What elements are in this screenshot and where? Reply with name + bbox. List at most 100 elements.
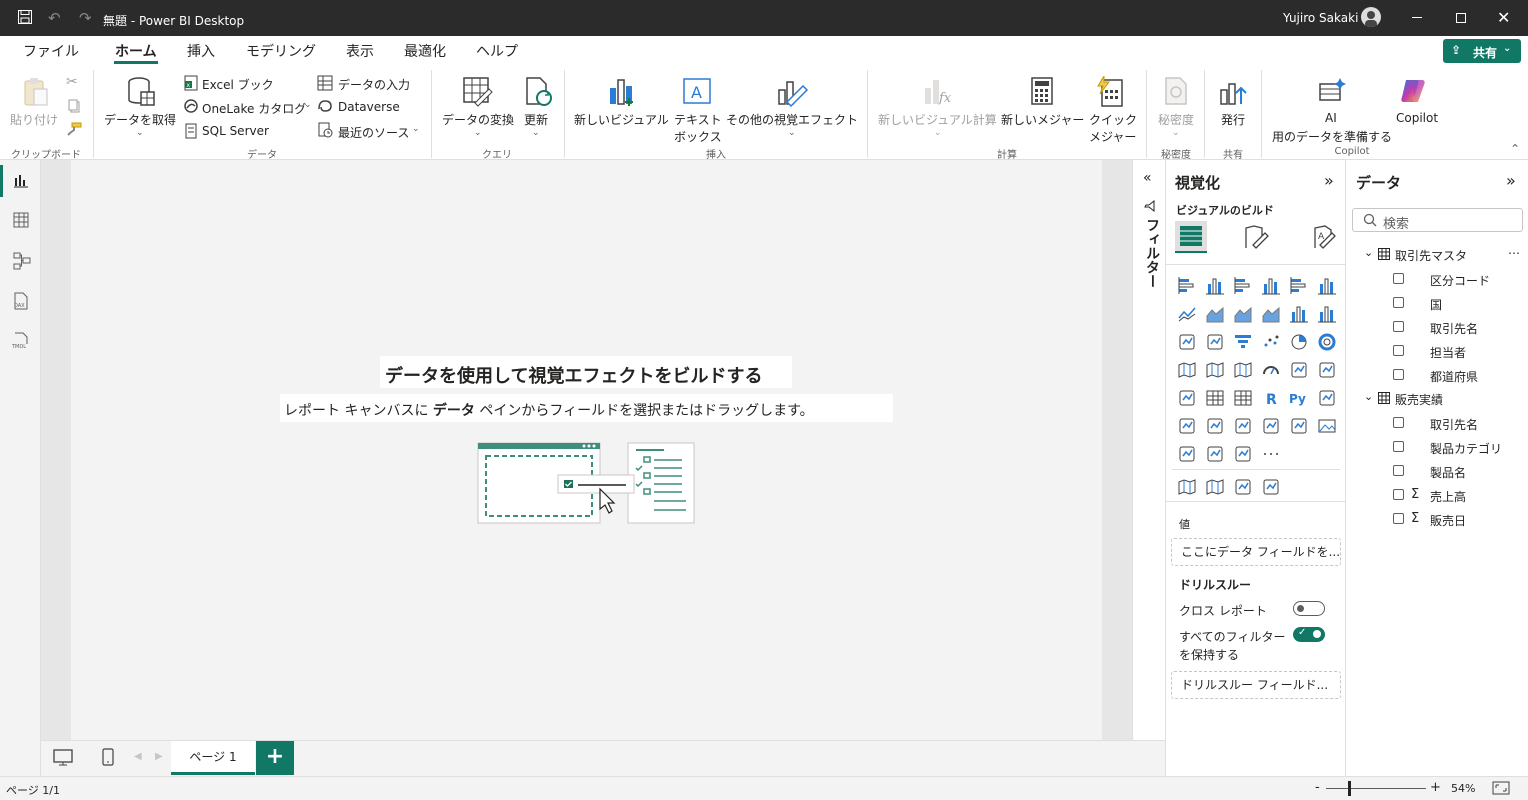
field-row[interactable]: 製品カテゴリ <box>1346 438 1528 458</box>
tmdl-view-icon[interactable]: TMDL <box>11 332 31 350</box>
cross-report-toggle[interactable] <box>1293 601 1325 616</box>
report-view-icon[interactable] <box>13 172 29 188</box>
tab-modeling[interactable]: モデリング <box>246 41 316 61</box>
scatter-chart-icon[interactable] <box>1261 332 1281 352</box>
tab-view[interactable]: 表示 <box>346 41 374 61</box>
decomposition-tree-icon[interactable] <box>1177 416 1197 436</box>
text-box-button[interactable]: テキスト <box>674 111 722 128</box>
goals-icon[interactable] <box>1233 477 1253 497</box>
avatar[interactable] <box>1361 7 1381 27</box>
kpi-icon[interactable] <box>1317 360 1337 380</box>
dax-query-view-icon[interactable]: DAX <box>12 292 30 310</box>
field-row[interactable]: 都道府県 <box>1346 366 1528 386</box>
field-row[interactable]: 区分コード <box>1346 270 1528 290</box>
refresh-button[interactable]: 更新 <box>524 111 548 128</box>
model-view-icon[interactable] <box>13 252 31 270</box>
add-page-button[interactable]: + <box>256 741 294 775</box>
more-options-icon[interactable]: ⋯ <box>1508 246 1520 260</box>
line-and-stacked-column-icon[interactable] <box>1289 304 1309 324</box>
chevron-down-icon[interactable]: ⌄ <box>1364 246 1373 259</box>
sql-server-button[interactable]: SQL Server <box>202 124 269 138</box>
area-chart-icon[interactable] <box>1205 304 1225 324</box>
search-input[interactable]: 検索 <box>1383 213 1409 232</box>
100-stacked-bar-chart-icon[interactable] <box>1289 276 1309 296</box>
drillthrough-drop-zone[interactable]: ドリルスルー フィールド... <box>1171 671 1341 699</box>
filters-pane-collapsed[interactable]: « フィルター <box>1132 160 1165 740</box>
enter-data-button[interactable]: データの入力 <box>338 76 410 93</box>
clustered-bar-chart-icon[interactable] <box>1233 276 1253 296</box>
values-drop-zone[interactable]: ここにデータ フィールドを... <box>1171 538 1341 566</box>
python-visual-icon[interactable]: Py <box>1289 388 1309 408</box>
treemap-icon[interactable] <box>1177 360 1197 380</box>
field-checkbox[interactable] <box>1393 513 1404 524</box>
maximize-icon[interactable] <box>1456 13 1466 23</box>
field-row[interactable]: 担当者 <box>1346 342 1528 362</box>
keep-filters-toggle[interactable]: ✓ <box>1293 627 1325 642</box>
card-icon[interactable] <box>1289 360 1309 380</box>
tab-file[interactable]: ファイル <box>23 41 79 61</box>
sensitivity-button[interactable]: 秘密度 <box>1158 111 1194 128</box>
more-visuals-button[interactable]: その他の視覚エフェクト <box>726 111 858 128</box>
next-page-icon[interactable]: ▶ <box>155 751 163 762</box>
zoom-slider-thumb[interactable] <box>1348 781 1351 796</box>
field-checkbox[interactable] <box>1393 321 1404 332</box>
transform-data-button[interactable]: データの変換 <box>442 111 514 128</box>
redo-icon[interactable]: ↷ <box>79 9 92 27</box>
matrix-icon[interactable] <box>1233 388 1253 408</box>
user-name[interactable]: Yujiro Sakaki <box>1283 11 1358 25</box>
mobile-layout-icon[interactable] <box>102 748 114 766</box>
paginated-report-icon[interactable] <box>1233 416 1253 436</box>
image-icon[interactable] <box>1317 416 1337 436</box>
pie-chart-icon[interactable] <box>1289 332 1309 352</box>
stacked-column-chart-icon[interactable] <box>1205 276 1225 296</box>
power-apps-icon[interactable] <box>1177 444 1197 464</box>
search-box[interactable]: 検索 <box>1352 208 1523 232</box>
chevron-down-icon[interactable]: ⌄ <box>1364 390 1373 403</box>
paste-button[interactable]: 貼り付け <box>10 111 58 128</box>
clustered-column-chart-icon[interactable] <box>1261 276 1281 296</box>
prev-page-icon[interactable]: ◀ <box>134 751 142 762</box>
donut-chart-icon[interactable] <box>1317 332 1337 352</box>
power-automate-icon[interactable] <box>1205 444 1225 464</box>
field-checkbox[interactable] <box>1393 465 1404 476</box>
ai-data-prep-button[interactable]: AI <box>1325 111 1337 125</box>
collapse-data-icon[interactable]: » <box>1506 171 1516 190</box>
shape-map-icon[interactable] <box>1205 477 1225 497</box>
tab-help[interactable]: ヘルプ <box>476 41 518 61</box>
100-stacked-column-chart-icon[interactable] <box>1317 276 1337 296</box>
field-checkbox[interactable] <box>1393 441 1404 452</box>
table-icon[interactable] <box>1205 388 1225 408</box>
qa-icon[interactable] <box>1205 416 1225 436</box>
field-checkbox[interactable] <box>1393 297 1404 308</box>
format-painter-icon[interactable] <box>66 121 82 137</box>
slicer-icon[interactable] <box>1177 388 1197 408</box>
format-visual-tab[interactable] <box>1244 224 1270 250</box>
field-checkbox[interactable] <box>1393 489 1404 500</box>
map-icon[interactable] <box>1205 360 1225 380</box>
azure-map-icon[interactable] <box>1233 360 1253 380</box>
button-slicer-icon[interactable] <box>1233 444 1253 464</box>
field-checkbox[interactable] <box>1393 369 1404 380</box>
new-visual-button[interactable]: 新しいビジュアル <box>574 111 669 128</box>
field-row[interactable]: 国 <box>1346 294 1528 314</box>
100-stacked-area-chart-icon[interactable] <box>1261 304 1281 324</box>
field-row[interactable]: 取引先名 <box>1346 318 1528 338</box>
table-node[interactable]: ⌄ 販売実績 <box>1346 390 1528 410</box>
narrative-icon[interactable] <box>1261 416 1281 436</box>
save-icon[interactable] <box>17 9 33 25</box>
recent-sources-button[interactable]: 最近のソース <box>338 124 409 141</box>
new-measure-button[interactable]: 新しいメジャー <box>1001 111 1084 128</box>
field-row[interactable]: Σ 販売日 <box>1346 510 1528 530</box>
copilot-button[interactable]: Copilot <box>1396 111 1438 125</box>
field-row[interactable]: 取引先名 <box>1346 414 1528 434</box>
field-row[interactable]: 製品名 <box>1346 462 1528 482</box>
waterfall-chart-icon[interactable] <box>1205 332 1225 352</box>
onelake-catalog-button[interactable]: OneLake カタログ <box>202 100 306 117</box>
metrics-icon[interactable] <box>1289 416 1309 436</box>
tab-home[interactable]: ホーム <box>115 41 157 61</box>
arcgis-map-icon[interactable] <box>1177 477 1197 497</box>
stacked-bar-chart-icon[interactable] <box>1177 276 1197 296</box>
field-row[interactable]: Σ 売上高 <box>1346 486 1528 506</box>
table-view-icon[interactable] <box>13 212 29 228</box>
copy-icon[interactable] <box>66 98 82 114</box>
